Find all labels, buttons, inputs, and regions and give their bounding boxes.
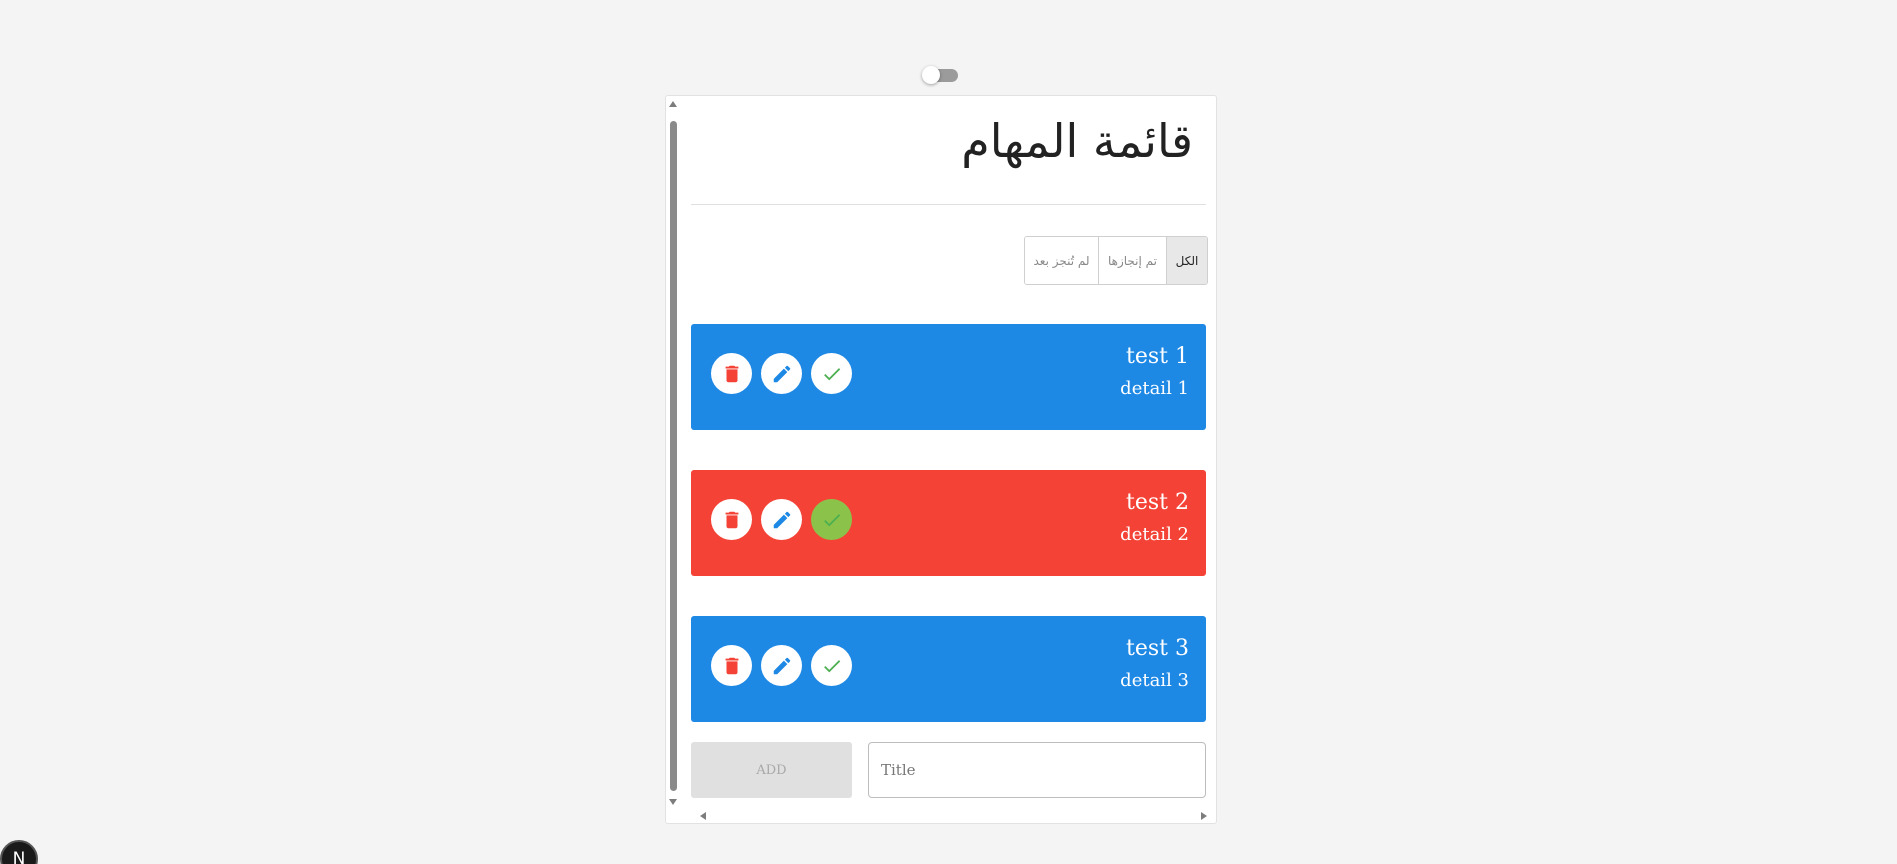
scroll-down-arrow-icon[interactable] <box>669 799 677 805</box>
filter-all-button[interactable]: الكل <box>1166 237 1207 284</box>
task-title: test 1 <box>1126 344 1189 369</box>
title-input[interactable] <box>868 742 1206 798</box>
task-title: test 3 <box>1126 636 1189 661</box>
todo-card: قائمة المهام لم تُنجز بعد تم إنجازها الك… <box>665 95 1217 824</box>
scrollbar-thumb[interactable] <box>670 121 677 791</box>
filter-not-done-button[interactable]: لم تُنجز بعد <box>1025 237 1098 284</box>
check-icon <box>823 367 840 380</box>
pencil-icon <box>773 365 790 382</box>
pencil-icon <box>773 511 790 528</box>
delete-button[interactable] <box>711 499 752 540</box>
add-button[interactable]: ADD <box>691 742 852 798</box>
trash-icon <box>725 511 738 528</box>
task-item: test 3 detail 3 <box>691 616 1206 722</box>
horizontal-scrollbar[interactable] <box>680 809 1216 823</box>
edit-button[interactable] <box>761 645 802 686</box>
task-detail: detail 3 <box>1120 670 1189 691</box>
pencil-icon <box>773 657 790 674</box>
task-item: test 2 detail 2 <box>691 470 1206 576</box>
task-actions <box>711 645 852 686</box>
delete-button[interactable] <box>711 353 752 394</box>
complete-button[interactable] <box>811 645 852 686</box>
toggle-thumb[interactable] <box>922 66 940 84</box>
check-icon <box>823 659 840 672</box>
task-actions <box>711 353 852 394</box>
title-divider <box>691 204 1206 205</box>
task-detail: detail 2 <box>1120 524 1189 545</box>
page-title: قائمة المهام <box>961 114 1193 168</box>
task-detail: detail 1 <box>1120 378 1189 399</box>
theme-toggle[interactable] <box>922 66 958 84</box>
trash-icon <box>725 365 738 382</box>
scroll-left-arrow-icon[interactable] <box>700 812 706 820</box>
next-dev-badge[interactable]: N <box>0 840 38 864</box>
delete-button[interactable] <box>711 645 752 686</box>
scroll-right-arrow-icon[interactable] <box>1201 812 1207 820</box>
scroll-up-arrow-icon[interactable] <box>669 101 677 107</box>
vertical-scrollbar[interactable] <box>666 96 680 811</box>
task-title: test 2 <box>1126 490 1189 515</box>
complete-button[interactable] <box>811 499 852 540</box>
filter-button-group: لم تُنجز بعد تم إنجازها الكل <box>1024 236 1208 285</box>
complete-button[interactable] <box>811 353 852 394</box>
filter-done-button[interactable]: تم إنجازها <box>1098 237 1166 284</box>
edit-button[interactable] <box>761 353 802 394</box>
task-item: test 1 detail 1 <box>691 324 1206 430</box>
task-actions <box>711 499 852 540</box>
trash-icon <box>725 657 738 674</box>
check-icon <box>823 513 840 526</box>
edit-button[interactable] <box>761 499 802 540</box>
